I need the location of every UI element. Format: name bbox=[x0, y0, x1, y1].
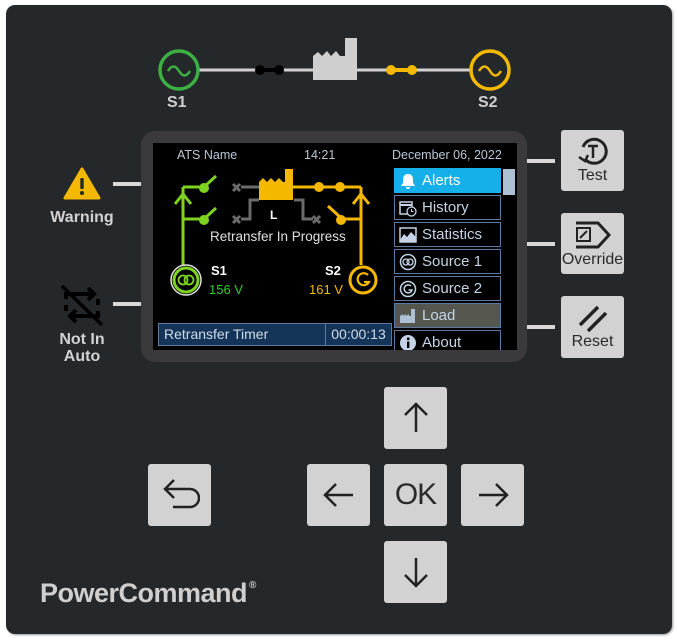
main-menu: Alerts History Statistics Source 1 Sourc… bbox=[394, 168, 504, 350]
retransfer-timer-bar: Retransfer Timer 00:00:13 bbox=[158, 323, 392, 346]
test-connector bbox=[527, 159, 555, 163]
menu-item-label: Statistics bbox=[422, 226, 483, 243]
display-screen: ATS Name 14:21 December 06, 2022 L Retra… bbox=[153, 143, 517, 350]
warning-label: Warning bbox=[50, 209, 114, 226]
source2-generator-icon bbox=[348, 265, 378, 295]
source1-label: S1 bbox=[167, 94, 187, 111]
menu-item-alerts[interactable]: Alerts bbox=[394, 168, 501, 193]
chart-area-icon bbox=[399, 226, 417, 243]
not-in-auto-line1: Not In bbox=[59, 331, 105, 348]
arrow-left-icon bbox=[322, 483, 353, 507]
reset-button[interactable]: Reset bbox=[561, 296, 624, 358]
source1-utility-icon bbox=[170, 264, 202, 296]
menu-item-source-2[interactable]: Source 2 bbox=[394, 276, 501, 301]
factory-icon bbox=[400, 308, 415, 323]
source-transfer-diagram bbox=[158, 38, 511, 91]
up-button[interactable] bbox=[384, 387, 447, 449]
source1-screen-label: S1 bbox=[211, 263, 227, 278]
info-icon bbox=[400, 334, 416, 350]
switch-s2-top-a bbox=[314, 182, 324, 192]
source2-voltage: 161 V bbox=[309, 282, 343, 297]
down-button[interactable] bbox=[384, 541, 447, 603]
menu-item-source-1[interactable]: Source 1 bbox=[394, 249, 501, 274]
test-button[interactable]: Test bbox=[561, 130, 624, 191]
date: December 06, 2022 bbox=[392, 148, 502, 162]
override-label: Override bbox=[561, 250, 624, 268]
menu-item-load[interactable]: Load bbox=[394, 303, 501, 328]
left-button[interactable] bbox=[307, 464, 370, 526]
utility-source-icon bbox=[399, 253, 417, 270]
source1-icon bbox=[158, 49, 200, 91]
menu-item-label: Alerts bbox=[422, 172, 461, 189]
status-text: Retransfer In Progress bbox=[210, 229, 346, 244]
load-factory-icon bbox=[259, 169, 293, 200]
source1-path bbox=[173, 174, 218, 265]
menu-item-label: Source 2 bbox=[422, 280, 483, 297]
menu-item-history[interactable]: History bbox=[394, 195, 501, 220]
menu-scrollbar[interactable] bbox=[503, 168, 515, 350]
auto-connector bbox=[113, 302, 141, 306]
override-icon bbox=[575, 221, 611, 248]
back-button[interactable] bbox=[148, 464, 211, 526]
not-in-auto-line2: Auto bbox=[63, 348, 101, 365]
reset-label: Reset bbox=[571, 333, 614, 350]
calendar-clock-icon bbox=[399, 200, 417, 217]
source2-label: S2 bbox=[478, 94, 498, 111]
brand-name: PowerCommand bbox=[40, 578, 248, 608]
warning-connector bbox=[113, 182, 141, 186]
brand-logo: PowerCommand ® bbox=[40, 578, 256, 609]
load-label: L bbox=[270, 208, 278, 222]
ok-button[interactable]: OK bbox=[384, 464, 447, 526]
arrow-down-icon bbox=[403, 558, 428, 588]
timer-label: Retransfer Timer bbox=[164, 326, 269, 342]
menu-scroll-thumb[interactable] bbox=[503, 169, 515, 195]
not-in-auto-label: Not In Auto bbox=[44, 331, 120, 365]
breaker-s2-icon bbox=[386, 65, 417, 75]
switch-s2-bottom bbox=[336, 215, 346, 225]
bell-icon bbox=[401, 173, 415, 189]
ok-label: OK bbox=[394, 478, 437, 511]
menu-item-label: Source 1 bbox=[422, 253, 483, 270]
reset-connector bbox=[527, 325, 555, 329]
test-icon bbox=[577, 137, 608, 165]
switch-s1-bottom bbox=[199, 215, 209, 225]
override-connector bbox=[527, 242, 555, 246]
registered-mark: ® bbox=[249, 580, 256, 591]
generator-icon bbox=[399, 280, 417, 297]
reset-icon bbox=[578, 305, 607, 333]
switch-s1-top bbox=[199, 183, 209, 193]
menu-item-label: Load bbox=[422, 307, 456, 324]
timer-value: 00:00:13 bbox=[325, 324, 391, 345]
switch-s2-top-b bbox=[335, 182, 345, 192]
source1-voltage: 156 V bbox=[209, 282, 243, 297]
not-in-auto-icon bbox=[60, 284, 104, 327]
right-button[interactable] bbox=[461, 464, 524, 526]
override-button[interactable]: Override bbox=[561, 213, 624, 274]
test-label: Test bbox=[577, 166, 608, 184]
menu-item-label: History bbox=[422, 199, 469, 216]
menu-item-statistics[interactable]: Statistics bbox=[394, 222, 501, 247]
warning-icon bbox=[63, 167, 101, 200]
factory-icon bbox=[313, 38, 357, 80]
arrow-right-icon bbox=[478, 483, 509, 507]
arrow-up-icon bbox=[403, 402, 428, 432]
breaker-s1-icon bbox=[255, 65, 284, 75]
menu-item-label: About bbox=[422, 334, 462, 350]
source2-screen-label: S2 bbox=[325, 263, 341, 278]
menu-item-about[interactable]: About bbox=[394, 330, 501, 350]
back-arrow-icon bbox=[162, 479, 200, 509]
source2-icon bbox=[469, 49, 511, 91]
